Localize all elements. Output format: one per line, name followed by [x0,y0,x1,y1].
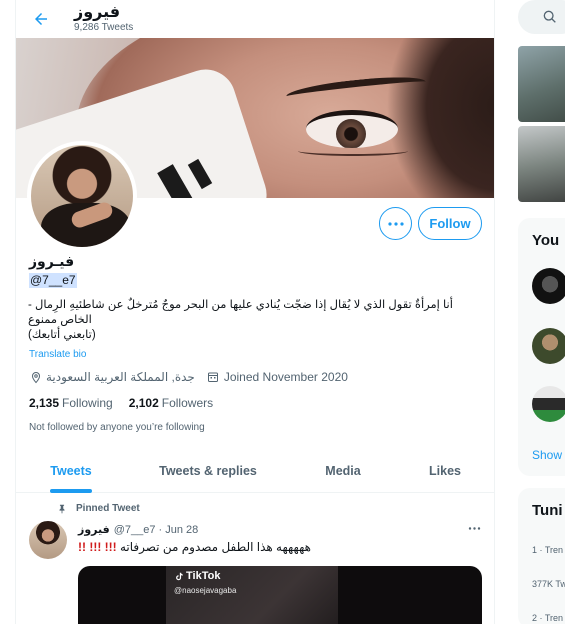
who-to-follow-panel: You Show [518,218,565,476]
media-thumbnail[interactable] [518,46,565,122]
bio-line: (تابعني أتابعك) [28,329,96,341]
following-count: 2,135 [29,396,60,410]
pinned-tweet-label: Pinned Tweet [76,503,140,514]
arrow-left-icon [35,13,47,25]
header-tweet-count: 9,286 Tweets [74,22,134,33]
more-dots-icon [468,526,480,530]
suggested-user-avatar[interactable] [532,386,565,422]
trend-item-count: 377K Tw [532,579,565,589]
trend-item-context[interactable]: 2 · Tren [532,613,563,623]
not-followed-notice: Not followed by anyone you’re following [29,422,205,433]
active-tab-indicator [50,489,92,493]
more-dots-icon [387,221,404,226]
tweet-header: فيروز @7__e7 · Jun 28 [78,523,198,537]
tweet-video[interactable]: TikTok @naosejavagaba [78,566,482,624]
back-button[interactable] [28,6,54,32]
profile-header: فيروز 9,286 Tweets [16,0,494,38]
tweet-text-body: هههههه هذا الطفل مصدوم من تصرفاته [119,540,311,554]
tiktok-username: @naosejavagaba [174,586,237,595]
tweet-exclamations: !!! !!! !! [78,540,117,554]
who-to-follow-title: You [532,232,560,249]
show-more-link[interactable]: Show [532,448,562,462]
follow-stats: 2,135 Following 2,102 Followers [29,396,229,410]
location-icon [29,370,42,384]
tab-likes[interactable]: Likes [412,448,478,493]
followers-link[interactable]: 2,102 Followers [129,396,213,410]
profile-bio: أنا إمرأةٌ تقول الذي لا يُقال إذا ضجّت ي… [28,298,484,343]
followers-label: Followers [161,396,214,410]
translate-bio-link[interactable]: Translate bio [29,349,86,360]
tab-tweets-replies[interactable]: Tweets & replies [134,448,282,493]
tweet-date[interactable]: Jun 28 [165,524,198,536]
bio-line: أنا إمرأةٌ تقول الذي لا يُقال إذا ضجّت ي… [28,299,453,311]
tweet-text: هههههه هذا الطفل مصدوم من تصرفاته !!! !!… [78,540,458,554]
profile-tabs: Tweets Tweets & replies Media Likes [16,448,494,493]
profile-handle: @7__e7 [29,273,77,288]
search-input[interactable] [518,0,565,34]
pin-icon [56,502,68,514]
profile-display-name: فيـروز [29,253,75,269]
suggested-user-avatar[interactable] [532,268,565,304]
profile-avatar[interactable] [27,141,137,251]
follow-button[interactable]: Follow [418,207,482,240]
more-options-button[interactable] [379,207,412,240]
tweet-author-handle[interactable]: @7__e7 [114,524,156,536]
tiktok-watermark: TikTok [174,570,220,582]
tweet-more-button[interactable] [464,520,484,536]
tweet-separator: · [155,523,166,536]
trends-title: Tuni [532,502,563,519]
profile-location: جدة, المملكة العربية السعودية [46,370,195,384]
following-link[interactable]: 2,135 Following [29,396,113,410]
tab-tweets[interactable]: Tweets [16,448,126,493]
followers-count: 2,102 [128,396,159,410]
profile-joined: Joined November 2020 [223,370,348,384]
right-sidebar: You Show Tuni 1 · Tren 377K Tw 2 · Tren [510,0,565,624]
bio-line: الخاص ممنوع [28,314,92,326]
calendar-icon [207,370,220,384]
header-display-name: فيروز [74,4,121,21]
trend-item-context[interactable]: 1 · Tren [532,545,563,555]
tweet-author-avatar[interactable] [29,521,67,559]
suggested-user-avatar[interactable] [532,328,565,364]
tiktok-brand: TikTok [186,570,221,582]
profile-meta: جدة, المملكة العربية السعودية Joined Nov… [29,369,348,385]
following-label: Following [62,396,113,410]
search-icon [543,10,556,23]
tweet-author-name[interactable]: فيروز [78,523,110,536]
profile-column: فيروز 9,286 Tweets Follow فيـروز @7__e7 … [15,0,495,624]
media-thumbnail[interactable] [518,126,565,202]
tiktok-icon [176,572,183,580]
tab-media[interactable]: Media [306,448,380,493]
trends-panel: Tuni 1 · Tren 377K Tw 2 · Tren [518,488,565,624]
